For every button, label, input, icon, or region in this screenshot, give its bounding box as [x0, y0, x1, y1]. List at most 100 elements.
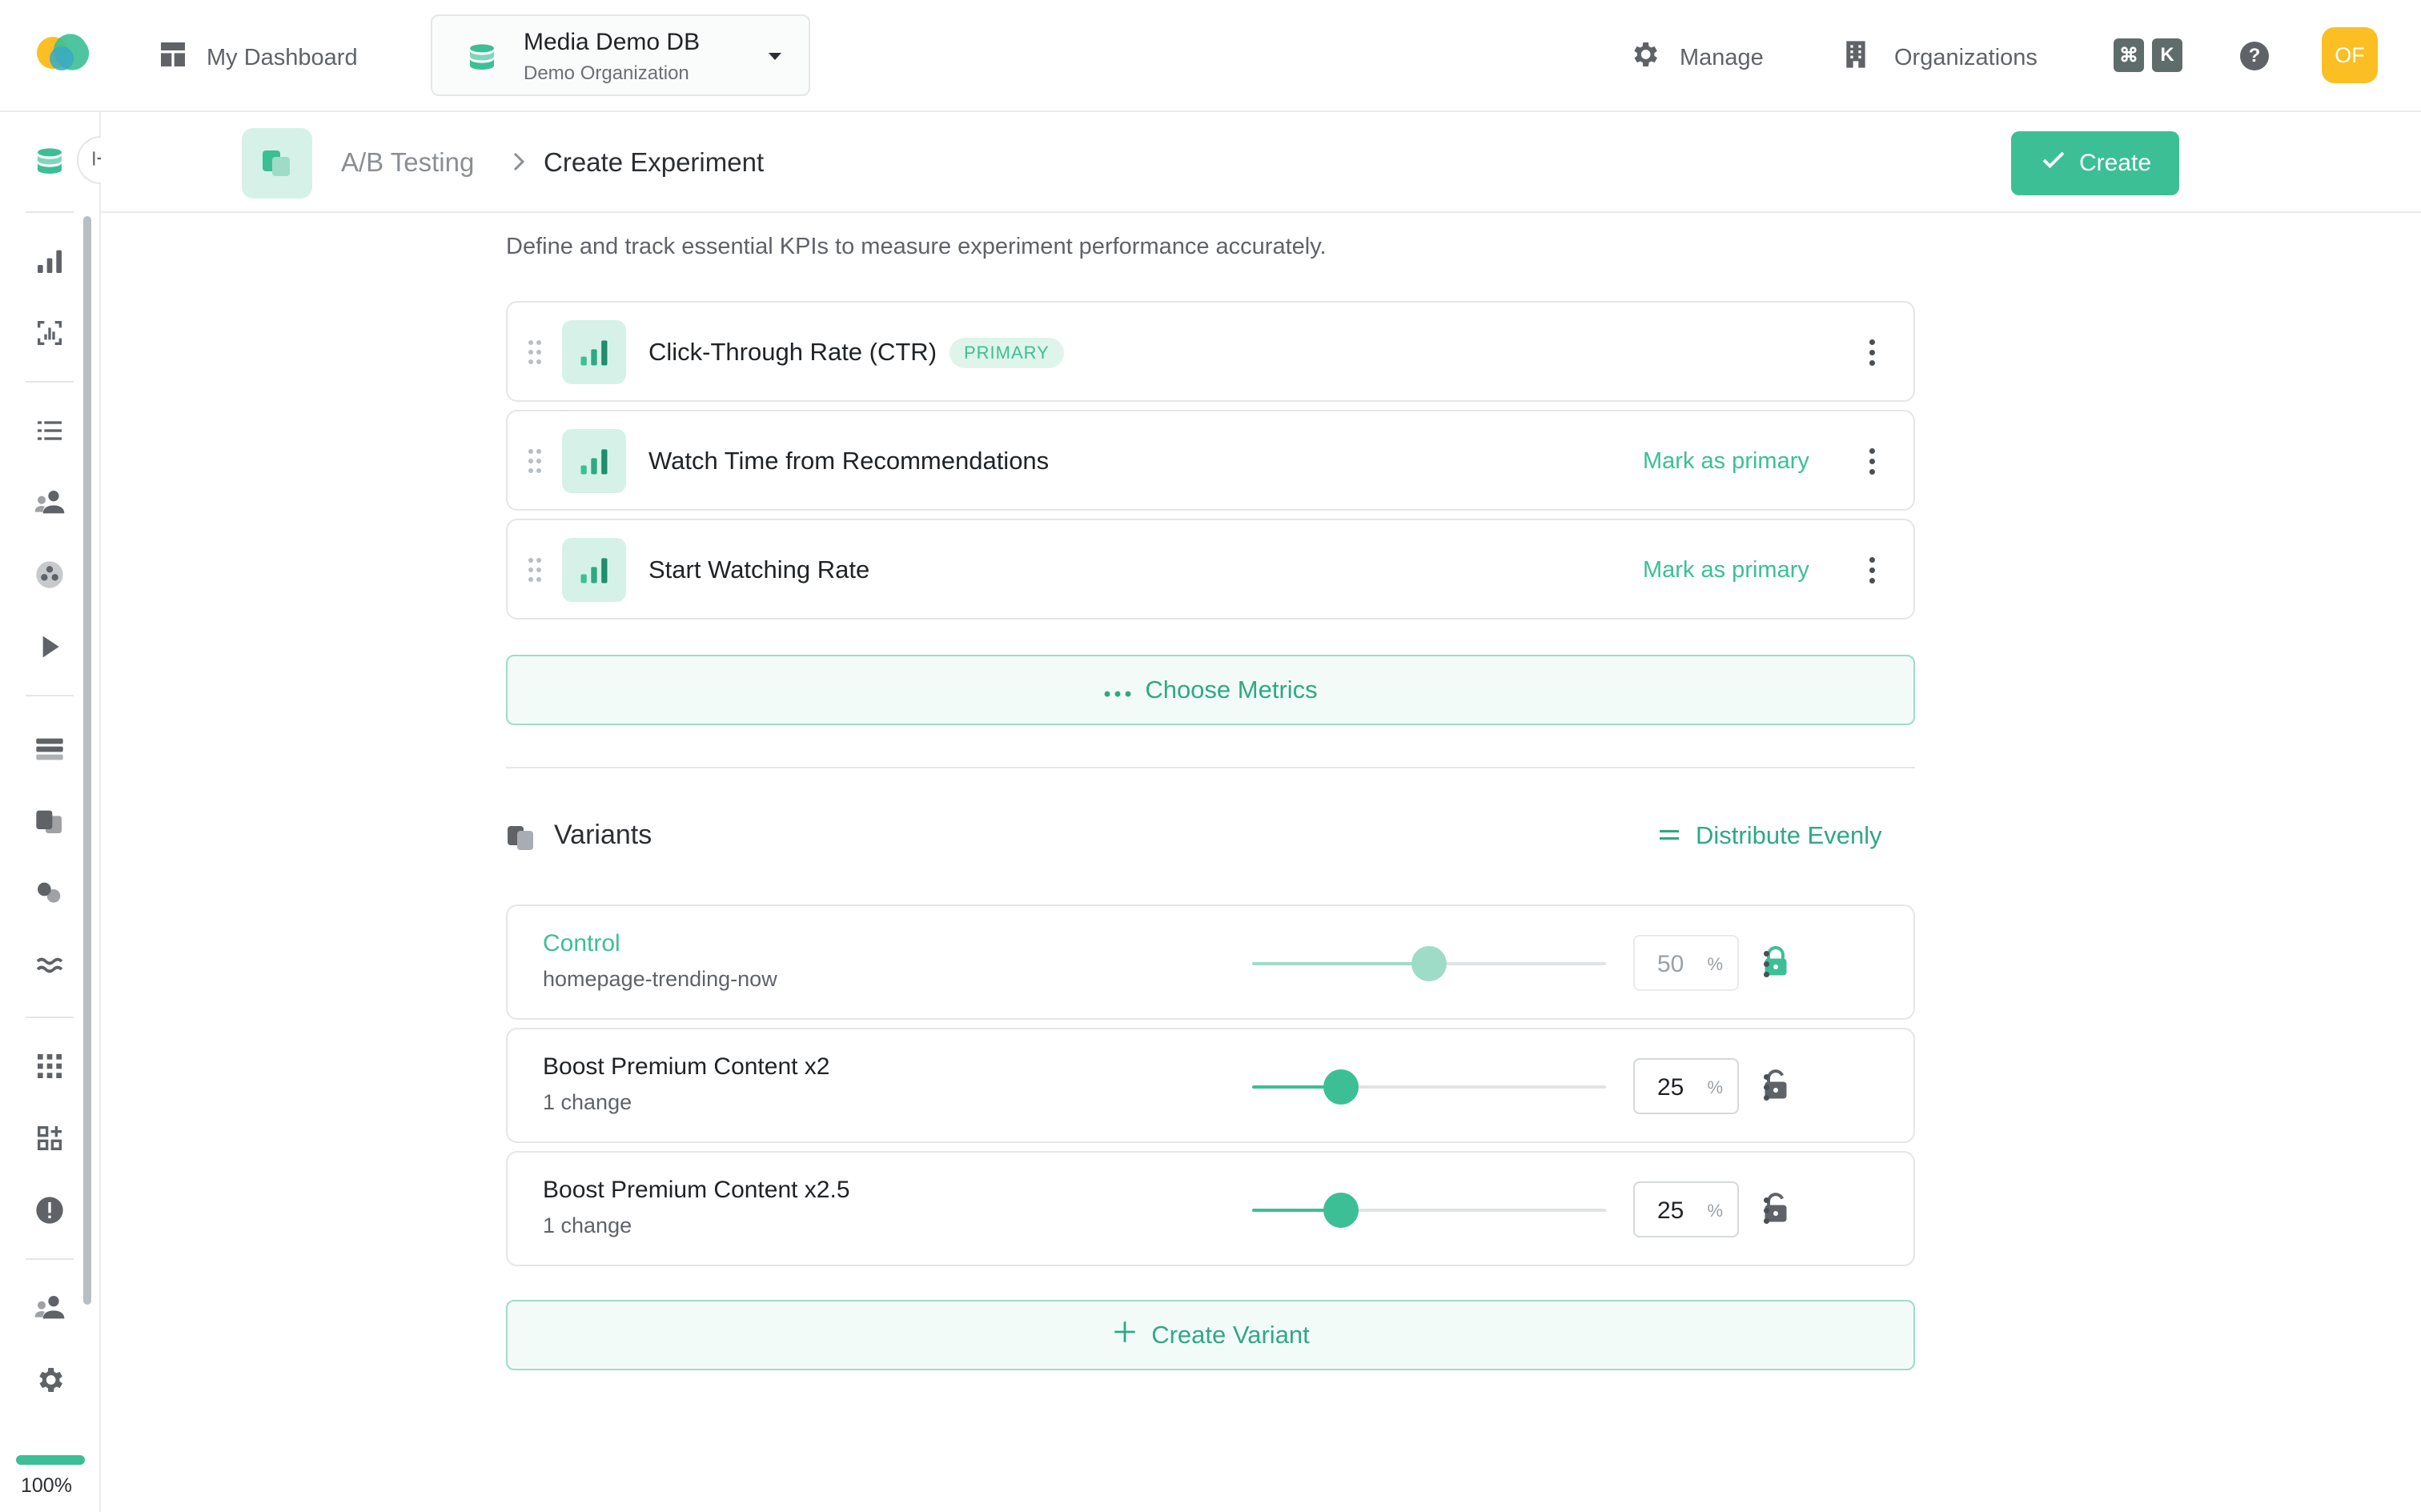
gear-icon — [34, 1364, 66, 1400]
traffic-slider[interactable] — [1252, 1193, 1606, 1228]
ab-testing-icon — [242, 128, 312, 199]
variant-name[interactable]: Boost Premium Content x2 — [543, 1053, 830, 1081]
manage-label: Manage — [1680, 44, 1764, 70]
metric-name: Watch Time from Recommendations — [648, 447, 1050, 475]
create-button-label: Create — [2078, 150, 2152, 176]
approx-icon — [34, 949, 66, 985]
more-options-icon[interactable] — [1750, 941, 1782, 986]
choose-metrics-label: Choose Metrics — [1145, 676, 1318, 704]
more-options-icon[interactable] — [1750, 1188, 1782, 1233]
variant-subtitle: homepage-trending-now — [543, 967, 777, 991]
traffic-slider[interactable] — [1252, 1069, 1606, 1105]
building-icon — [1840, 38, 1872, 77]
metric-card[interactable]: Click-Through Rate (CTR) PRIMARY — [506, 301, 1915, 402]
sidebar-item-segments[interactable] — [32, 559, 67, 594]
sidebar-item-layout[interactable] — [32, 733, 67, 768]
create-variant-button[interactable]: Create Variant — [506, 1300, 1915, 1370]
bar-chart-icon — [562, 538, 626, 602]
sidebar-item-alerts[interactable] — [32, 1194, 67, 1229]
slider-thumb[interactable] — [1323, 1069, 1359, 1105]
page-title: Create Experiment — [544, 147, 765, 177]
mark-as-primary-link[interactable]: Mark as primary — [1643, 448, 1809, 475]
help-icon[interactable]: ? — [2240, 42, 2269, 70]
sidebar-item-settings[interactable] — [32, 1364, 67, 1399]
metric-name: Start Watching Rate — [648, 555, 870, 584]
play-icon — [34, 631, 66, 667]
create-button[interactable]: Create — [2011, 131, 2179, 195]
usage-progress-fill — [16, 1455, 85, 1465]
command-key[interactable]: ⌘ — [2114, 38, 2144, 72]
more-options-icon[interactable] — [1856, 330, 1888, 375]
my-dashboard-link[interactable]: My Dashboard — [157, 38, 358, 77]
check-icon — [2039, 146, 2068, 181]
more-options-icon[interactable] — [1856, 439, 1888, 483]
metric-card[interactable]: Start Watching Rate Mark as primary — [506, 519, 1915, 620]
scan-chart-icon — [34, 317, 66, 353]
manage-link[interactable]: Manage — [1628, 38, 1764, 77]
slider-thumb[interactable] — [1411, 946, 1447, 981]
avatar[interactable]: OF — [2322, 27, 2378, 83]
plus-icon — [1111, 1318, 1138, 1352]
sidebar-item-apps[interactable] — [32, 1050, 67, 1085]
slider-fill — [1252, 962, 1429, 965]
metrics-description: Define and track essential KPIs to measu… — [506, 234, 1327, 259]
more-options-icon[interactable] — [1856, 547, 1888, 592]
percentage-input[interactable]: 25 % — [1633, 1058, 1739, 1114]
percentage-unit: % — [1707, 954, 1723, 974]
percentage-input[interactable]: 25 % — [1633, 1181, 1739, 1237]
percentage-input[interactable]: 50 % — [1633, 935, 1739, 991]
gear-icon — [1628, 38, 1660, 77]
variant-name[interactable]: Boost Premium Content x2.5 — [543, 1177, 850, 1204]
variant-card[interactable]: Boost Premium Content x2 1 change 25 % — [506, 1028, 1915, 1143]
drag-handle-icon[interactable] — [527, 555, 543, 588]
usage-progress-bar — [16, 1455, 85, 1465]
sidebar-item-analytics[interactable] — [32, 245, 67, 280]
ab-testing-icon — [506, 824, 536, 856]
mark-as-primary-link[interactable]: Mark as primary — [1643, 557, 1809, 584]
my-dashboard-label: My Dashboard — [207, 44, 358, 70]
more-options-icon[interactable] — [1750, 1065, 1782, 1109]
page-header: A/B Testing Create Experiment Create — [101, 112, 2421, 213]
app-logo[interactable] — [32, 29, 98, 77]
database-icon[interactable] — [32, 144, 67, 179]
sidebar-item-ab-testing[interactable] — [32, 805, 67, 840]
variant-card[interactable]: Boost Premium Content x2.5 1 change 25 % — [506, 1151, 1915, 1266]
equals-icon — [1659, 821, 1680, 850]
drag-handle-icon[interactable] — [527, 447, 543, 479]
sidebar-item-play[interactable] — [32, 631, 67, 666]
breadcrumb-ab-testing[interactable]: A/B Testing — [341, 147, 474, 178]
list-icon — [34, 415, 66, 451]
organization-name: Demo Organization — [524, 62, 689, 84]
metric-name: Click-Through Rate (CTR) — [648, 338, 937, 366]
bar-chart-icon — [562, 320, 626, 384]
distribute-evenly-button[interactable]: Distribute Evenly — [1659, 821, 1882, 850]
sidebar-item-insights[interactable] — [32, 317, 67, 352]
choose-metrics-button[interactable]: Choose Metrics — [506, 655, 1915, 725]
hexagons-icon — [34, 877, 66, 913]
sidebar-item-list[interactable] — [32, 415, 67, 450]
metric-card[interactable]: Watch Time from Recommendations Mark as … — [506, 410, 1915, 511]
segments-icon — [34, 559, 66, 595]
database-selector[interactable]: Media Demo DB Demo Organization — [431, 14, 810, 96]
percentage-unit: % — [1707, 1077, 1723, 1097]
percentage-unit: % — [1707, 1201, 1723, 1221]
drag-handle-icon[interactable] — [527, 338, 543, 371]
sidebar-item-clusters[interactable] — [32, 877, 67, 912]
traffic-slider[interactable] — [1252, 946, 1606, 981]
slider-thumb[interactable] — [1323, 1193, 1359, 1228]
sidebar-item-team[interactable] — [32, 1292, 67, 1327]
variant-name[interactable]: Control — [543, 930, 620, 957]
sidebar-item-users[interactable] — [32, 487, 67, 522]
add-widget-icon — [34, 1122, 66, 1158]
team-icon — [34, 1292, 66, 1328]
alert-icon — [34, 1194, 66, 1230]
sidebar-item-integrations[interactable] — [32, 1122, 67, 1157]
percentage-value: 25 — [1657, 1074, 1684, 1101]
sidebar: 100% — [0, 112, 125, 1512]
organizations-link[interactable]: Organizations — [1840, 38, 2038, 77]
sidebar-item-approx[interactable] — [32, 949, 67, 985]
variant-subtitle: 1 change — [543, 1213, 632, 1237]
sidebar-scrollbar[interactable] — [83, 216, 91, 1305]
variant-card[interactable]: Control homepage-trending-now 50 % — [506, 904, 1915, 1020]
k-key[interactable]: K — [2152, 38, 2182, 72]
